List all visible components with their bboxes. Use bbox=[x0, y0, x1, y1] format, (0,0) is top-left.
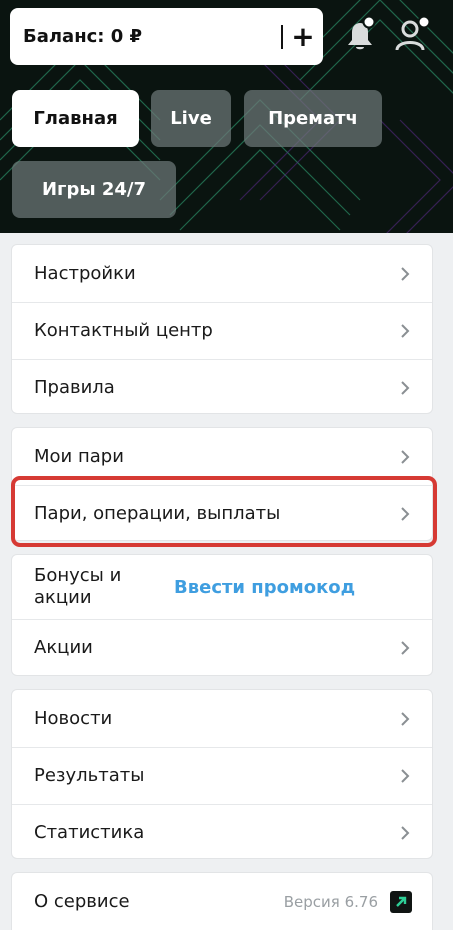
menu-item-bonuses[interactable]: Бонусы и акции Ввести промокод bbox=[12, 555, 432, 619]
chevron-right-icon bbox=[401, 266, 410, 281]
menu-group-settings: Настройки Контактный центр Правила bbox=[11, 244, 433, 414]
user-icon[interactable] bbox=[392, 14, 434, 56]
chevron-right-icon bbox=[401, 640, 410, 655]
chevron-right-icon bbox=[401, 711, 410, 726]
menu-item-rules[interactable]: Правила bbox=[12, 359, 432, 416]
external-link-icon bbox=[390, 890, 412, 913]
menu-group-info: Новости Результаты Статистика bbox=[11, 689, 433, 859]
menu-group-bonuses: Бонусы и акции Ввести промокод Акции bbox=[11, 554, 433, 676]
chevron-right-icon bbox=[401, 506, 410, 521]
menu-item-statistics[interactable]: Статистика bbox=[12, 804, 432, 861]
tab-games-24-7[interactable]: Игры 24/7 bbox=[12, 161, 176, 218]
menu-item-contact-center[interactable]: Контактный центр bbox=[12, 302, 432, 359]
menu-item-label: О сервисе bbox=[34, 890, 130, 912]
menu-group-bets: Мои пари Пари, операции, выплаты bbox=[11, 427, 433, 541]
chevron-right-icon bbox=[401, 449, 410, 464]
chevron-right-icon bbox=[401, 323, 410, 338]
chevron-right-icon bbox=[401, 825, 410, 840]
menu-item-results[interactable]: Результаты bbox=[12, 747, 432, 804]
chevron-right-icon bbox=[401, 380, 410, 395]
app-version: Версия 6.76 bbox=[283, 892, 378, 911]
menu-item-bets-operations-payouts[interactable]: Пари, операции, выплаты bbox=[12, 485, 432, 542]
menu-group-about: О сервисе Версия 6.76 bbox=[11, 872, 433, 930]
menu-item-label: Бонусы и акции bbox=[34, 565, 122, 608]
menu-item-my-bets[interactable]: Мои пари bbox=[12, 428, 432, 485]
menu-item-label: Мои пари bbox=[34, 445, 124, 467]
balance-label: Баланс: 0 ₽ bbox=[23, 26, 143, 47]
menu-item-label: Новости bbox=[34, 707, 113, 729]
menu-item-label: Статистика bbox=[34, 821, 145, 843]
tab-live[interactable]: Live bbox=[151, 90, 231, 147]
enter-promo-code-link[interactable]: Ввести промокод bbox=[174, 577, 355, 598]
add-funds-button[interactable]: + bbox=[283, 8, 323, 65]
tab-prematch[interactable]: Прематч bbox=[244, 90, 382, 147]
tab-main[interactable]: Главная bbox=[12, 90, 139, 147]
chevron-right-icon bbox=[401, 768, 410, 783]
menu-item-label: Контактный центр bbox=[34, 319, 213, 341]
menu-item-news[interactable]: Новости bbox=[12, 690, 432, 747]
menu-item-about[interactable]: О сервисе Версия 6.76 bbox=[12, 873, 432, 930]
balance-widget[interactable]: Баланс: 0 ₽ + bbox=[10, 8, 323, 65]
menu-item-label: Настройки bbox=[34, 262, 136, 284]
menu-item-label: Пари, операции, выплаты bbox=[34, 502, 281, 524]
menu-item-promotions[interactable]: Акции bbox=[12, 619, 432, 676]
app-header: Баланс: 0 ₽ + Главная Live Прематч Игры … bbox=[0, 0, 453, 233]
menu-item-label: Результаты bbox=[34, 764, 145, 786]
menu-item-settings[interactable]: Настройки bbox=[12, 245, 432, 302]
bell-icon[interactable] bbox=[339, 14, 381, 56]
menu-item-label: Акции bbox=[34, 636, 93, 658]
menu-item-label: Правила bbox=[34, 376, 115, 398]
